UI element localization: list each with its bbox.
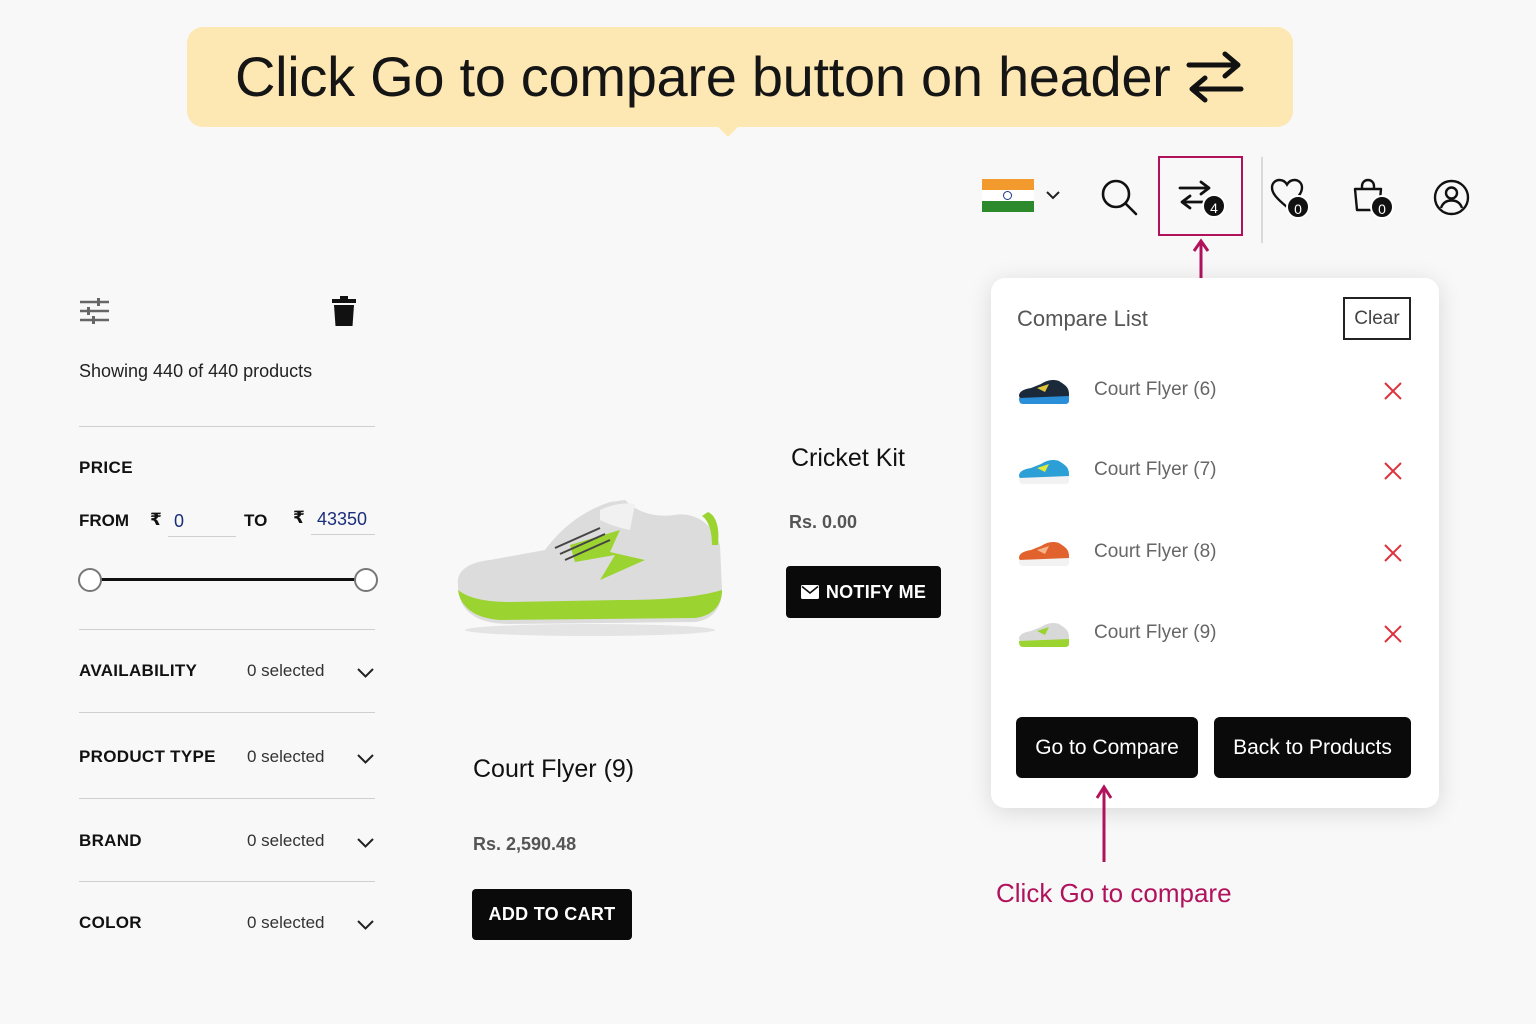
facet-count: 0 selected [247, 747, 325, 766]
price-range-track[interactable] [90, 578, 366, 581]
compare-item: Court Flyer (9) [1017, 615, 1413, 655]
clear-button[interactable]: Clear [1343, 297, 1411, 340]
header-divider [1261, 157, 1263, 243]
compare-item: Court Flyer (7) [1017, 452, 1413, 492]
compare-list-panel: Compare List Clear Court Flyer (6) Court… [991, 278, 1439, 808]
divider [79, 712, 375, 713]
india-flag-icon[interactable] [982, 179, 1034, 212]
trash-icon[interactable] [332, 295, 356, 327]
facet-count: 0 selected [247, 913, 325, 932]
filter-sliders-icon[interactable] [79, 296, 110, 326]
remove-x-icon[interactable] [1383, 543, 1403, 563]
callout-tail [717, 126, 739, 137]
notify-me-button[interactable]: NOTIFY ME [786, 566, 941, 618]
divider [79, 881, 375, 882]
facet-color[interactable]: COLOR 0 selected [79, 911, 375, 941]
chevron-down-icon[interactable] [1044, 186, 1062, 204]
rupee-symbol: ₹ [293, 508, 305, 527]
product-price: Rs. 2,590.48 [473, 834, 577, 854]
price-min-thumb[interactable] [78, 568, 102, 592]
compare-item-thumbnail[interactable] [1017, 378, 1071, 406]
product-title[interactable]: Cricket Kit [791, 444, 905, 473]
compare-arrows-icon [1186, 51, 1244, 103]
chevron-down-icon [357, 920, 374, 930]
facet-count: 0 selected [247, 661, 325, 680]
add-to-cart-label: ADD TO CART [488, 904, 616, 924]
chevron-down-icon [357, 838, 374, 848]
user-account-icon[interactable] [1433, 179, 1470, 216]
compare-item-thumbnail[interactable] [1017, 540, 1071, 568]
chevron-down-icon [357, 668, 374, 678]
wishlist-button[interactable]: 0 [1270, 178, 1310, 219]
chevron-down-icon [357, 754, 374, 764]
compare-item-name[interactable]: Court Flyer (7) [1094, 459, 1216, 481]
divider [79, 798, 375, 799]
compare-item: Court Flyer (8) [1017, 534, 1413, 574]
compare-item-name[interactable]: Court Flyer (9) [1094, 622, 1216, 644]
product-count-text: Showing 440 of 440 products [79, 361, 313, 381]
annotation-text: Click Go to compare [996, 878, 1232, 908]
facet-product-type[interactable]: PRODUCT TYPE 0 selected [79, 745, 375, 775]
callout-text: Click Go to compare button on header [235, 45, 1171, 108]
facet-count: 0 selected [247, 831, 325, 850]
facet-label: COLOR [79, 913, 142, 932]
facet-label: PRODUCT TYPE [79, 747, 216, 766]
compare-item-name[interactable]: Court Flyer (8) [1094, 541, 1216, 563]
pointer-arrow-up [1192, 238, 1210, 278]
product-image-shoe[interactable] [450, 490, 730, 640]
compare-item-thumbnail[interactable] [1017, 621, 1071, 649]
compare-list-title: Compare List [1017, 306, 1148, 331]
search-icon[interactable] [1100, 178, 1138, 216]
cart-count-badge: 0 [1370, 195, 1394, 219]
divider [79, 426, 375, 427]
instruction-callout: Click Go to compare button on header [187, 27, 1293, 137]
facet-brand[interactable]: BRAND 0 selected [79, 829, 375, 859]
cart-button[interactable]: 0 [1352, 178, 1394, 219]
add-to-cart-button[interactable]: ADD TO CART [472, 889, 632, 940]
compare-item-thumbnail[interactable] [1017, 458, 1071, 486]
facet-label: AVAILABILITY [79, 661, 198, 680]
price-to-input[interactable] [311, 505, 375, 535]
rupee-symbol: ₹ [150, 510, 162, 529]
compare-item-name[interactable]: Court Flyer (6) [1094, 379, 1216, 401]
compare-button[interactable]: 4 [1178, 180, 1226, 218]
remove-x-icon[interactable] [1383, 381, 1403, 401]
price-max-thumb[interactable] [354, 568, 378, 592]
price-to-label: TO [244, 511, 268, 530]
go-to-compare-button[interactable]: Go to Compare [1016, 717, 1198, 778]
product-price: Rs. 0.00 [789, 512, 858, 532]
pointer-arrow-up [1095, 784, 1113, 862]
price-from-input[interactable] [168, 507, 236, 537]
facet-availability[interactable]: AVAILABILITY 0 selected [79, 659, 375, 689]
facet-label: BRAND [79, 831, 142, 850]
envelope-icon [800, 585, 819, 599]
notify-me-label: NOTIFY ME [825, 581, 927, 602]
product-title[interactable]: Court Flyer (9) [473, 755, 634, 784]
back-to-products-button[interactable]: Back to Products [1214, 717, 1411, 778]
price-from-label: FROM [79, 511, 130, 530]
remove-x-icon[interactable] [1383, 624, 1403, 644]
compare-count-badge: 4 [1202, 194, 1226, 218]
divider [79, 629, 375, 630]
wishlist-count-badge: 0 [1286, 195, 1310, 219]
price-filter-title: PRICE [79, 458, 133, 477]
remove-x-icon[interactable] [1383, 461, 1403, 481]
compare-item: Court Flyer (6) [1017, 372, 1413, 412]
